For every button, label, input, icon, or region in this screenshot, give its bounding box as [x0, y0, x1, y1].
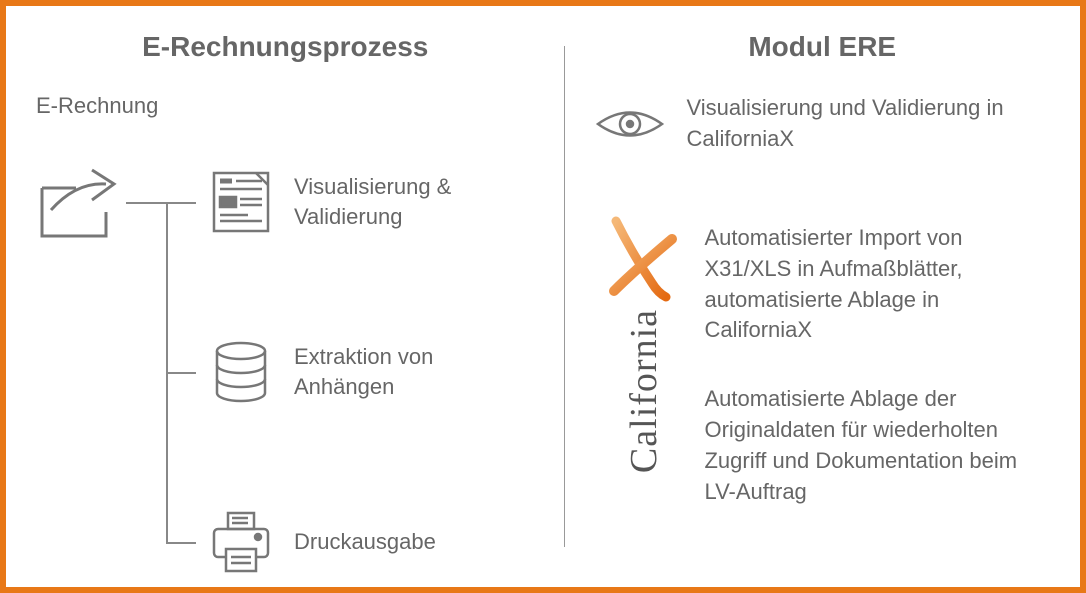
para-1: Automatisierter Import von X31/XLS in Au… [704, 223, 1040, 346]
database-icon [206, 337, 276, 407]
right-body: Visualisierung und Validierung in Califo… [594, 93, 1050, 553]
share-icon [36, 162, 126, 242]
right-heading: Modul ERE [594, 31, 1050, 63]
logo-word: California [622, 309, 666, 473]
node-extraktion: Extraktion von Anhängen [206, 337, 514, 407]
tree-stub-1 [166, 202, 196, 204]
right-column: Modul ERE Visualisierung und Validierung… [564, 6, 1080, 587]
document-icon [206, 167, 276, 237]
diagram-frame: E-Rechnungsprozess E-Rechnung [0, 0, 1086, 593]
para-2: Automatisierte Ablage der Originaldaten … [704, 384, 1040, 507]
californiax-logo: California [594, 213, 694, 543]
node-visualisierung: Visualisierung & Validierung [206, 167, 514, 237]
eye-text: Visualisierung und Validierung in Califo… [686, 93, 1050, 155]
printer-icon [206, 507, 276, 577]
source-label: E-Rechnung [36, 93, 534, 119]
left-column: E-Rechnungsprozess E-Rechnung [6, 6, 564, 587]
eye-icon [594, 99, 666, 149]
left-heading: E-Rechnungsprozess [36, 31, 534, 63]
logo-x-icon [604, 213, 684, 303]
tree-stub-3 [166, 542, 196, 544]
left-body: Visualisierung & Validierung Extraktion … [36, 127, 534, 547]
eye-row: Visualisierung und Validierung in Califo… [594, 93, 1050, 155]
node-text: Visualisierung & Validierung [294, 172, 514, 231]
tree-branch-top [126, 202, 166, 204]
right-paragraphs: Automatisierter Import von X31/XLS in Au… [704, 223, 1040, 507]
tree-stub-2 [166, 372, 196, 374]
node-druckausgabe: Druckausgabe [206, 507, 436, 577]
node-text: Extraktion von Anhängen [294, 342, 514, 401]
node-text: Druckausgabe [294, 527, 436, 557]
